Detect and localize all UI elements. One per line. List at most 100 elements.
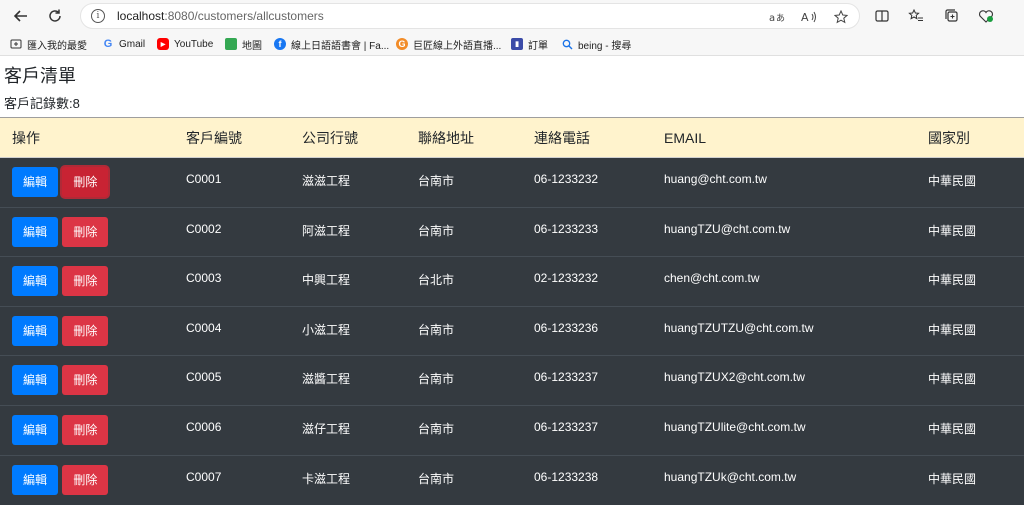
address-cell: 台南市 <box>406 355 522 406</box>
header-phone: 連絡電話 <box>522 117 652 158</box>
edit-button[interactable]: 編輯 <box>12 266 59 297</box>
phone-cell: 06-1233232 <box>522 157 652 208</box>
email-cell: huangTZUk@cht.com.tw <box>652 454 916 505</box>
delete-button[interactable]: 刪除 <box>62 266 109 297</box>
edit-button[interactable]: 編輯 <box>12 167 59 197</box>
delete-button[interactable]: 刪除 <box>62 464 109 495</box>
edit-button[interactable]: 編輯 <box>12 216 59 247</box>
customer-table: 操作 客戶編號 公司行號 聯絡地址 連絡電話 EMAIL 國家別 編輯 刪除 C… <box>0 117 1024 505</box>
bookmark-orders[interactable]: ▮ 訂單 <box>511 36 548 52</box>
bookmark-label: Gmail <box>119 38 146 50</box>
youtube-icon: ▶ <box>157 38 169 50</box>
company-cell: 中興工程 <box>290 256 406 307</box>
address-bar[interactable]: i localhost:8080/customers/allcustomers … <box>80 3 860 29</box>
address-cell: 台南市 <box>406 206 522 257</box>
browser-toolbar: i localhost:8080/customers/allcustomers … <box>0 0 1024 32</box>
url-path: :8080/customers/allcustomers <box>164 9 324 23</box>
email-cell: huangTZUTZU@cht.com.tw <box>652 305 916 356</box>
bookmark-language-site[interactable]: G 巨匠線上外語直播... <box>396 36 501 52</box>
favorite-star-icon[interactable] <box>831 7 851 27</box>
action-cell: 編輯 刪除 <box>0 256 174 307</box>
bookmark-label: 匯入我的最愛 <box>27 40 87 52</box>
bookmarks-bar: 匯入我的最愛 G Gmail ▶ YouTube 地圖 f 線上日語語書會 | Fa.… <box>0 32 1024 56</box>
svg-text:a: a <box>769 13 775 24</box>
table-row: 編輯 刪除 C0001 滋滋工程 台南市 06-1233232 huang@ch… <box>0 157 1024 208</box>
record-count: 客戶記錄數:8 <box>4 96 80 111</box>
address-cell: 台南市 <box>406 305 522 356</box>
country-cell: 中華民國 <box>916 454 1024 505</box>
maps-icon <box>225 38 237 50</box>
bookmark-import-favorites[interactable]: 匯入我的最愛 <box>10 36 87 52</box>
bookmark-gmail[interactable]: G Gmail <box>102 36 145 52</box>
delete-button[interactable]: 刪除 <box>62 315 109 346</box>
header-address: 聯絡地址 <box>406 117 522 158</box>
company-cell: 小滋工程 <box>290 305 406 356</box>
bookmark-bing-search[interactable]: being - 搜尋 <box>561 36 631 52</box>
address-cell: 台南市 <box>406 454 522 505</box>
svg-text:A: A <box>801 11 809 24</box>
svg-text:あ: あ <box>776 13 785 24</box>
country-cell: 中華民國 <box>916 157 1024 208</box>
company-cell: 阿滋工程 <box>290 206 406 257</box>
order-icon: ▮ <box>511 38 523 50</box>
site-icon: G <box>396 38 408 50</box>
address-cell: 台南市 <box>406 157 522 208</box>
address-cell: 台北市 <box>406 256 522 307</box>
phone-cell: 06-1233236 <box>522 305 652 356</box>
country-cell: 中華民國 <box>916 256 1024 307</box>
country-cell: 中華民國 <box>916 355 1024 406</box>
bookmark-youtube[interactable]: ▶ YouTube <box>157 36 213 52</box>
bookmark-label: 訂單 <box>528 40 548 52</box>
table-row: 編輯 刪除 C0007 卡滋工程 台南市 06-1233238 huangTZU… <box>0 454 1024 505</box>
table-row: 編輯 刪除 C0006 滋仔工程 台南市 06-1233237 huangTZU… <box>0 404 1024 456</box>
page-title: 客戶清單 <box>4 66 76 86</box>
table-row: 編輯 刪除 C0003 中興工程 台北市 02-1233232 chen@cht… <box>0 256 1024 307</box>
edit-button[interactable]: 編輯 <box>12 414 59 445</box>
customer-id-cell: C0005 <box>174 355 290 406</box>
read-aloud-icon[interactable]: A <box>799 7 819 27</box>
edit-button[interactable]: 編輯 <box>12 464 59 495</box>
url-host: localhost <box>117 9 165 23</box>
company-cell: 卡滋工程 <box>290 454 406 505</box>
favorites-list-icon[interactable] <box>906 6 926 26</box>
bookmark-label: 線上日語語書會 | Fa... <box>291 40 390 52</box>
bookmark-maps[interactable]: 地圖 <box>225 36 262 52</box>
url-text: localhost:8080/customers/allcustomers <box>117 9 324 23</box>
header-email: EMAIL <box>652 117 916 158</box>
edit-button[interactable]: 編輯 <box>12 315 59 346</box>
action-cell: 編輯 刪除 <box>0 355 174 406</box>
reload-icon[interactable] <box>44 5 66 27</box>
delete-button[interactable]: 刪除 <box>62 167 109 197</box>
email-cell: huangTZU@cht.com.tw <box>652 206 916 257</box>
country-cell: 中華民國 <box>916 206 1024 257</box>
action-cell: 編輯 刪除 <box>0 305 174 356</box>
translate-icon[interactable]: aあ <box>767 7 787 27</box>
delete-button[interactable]: 刪除 <box>62 216 109 247</box>
split-screen-icon[interactable] <box>872 6 892 26</box>
country-cell: 中華民國 <box>916 404 1024 456</box>
delete-button[interactable]: 刪除 <box>62 414 109 445</box>
bookmark-facebook-group[interactable]: f 線上日語語書會 | Fa... <box>274 36 389 52</box>
collections-icon[interactable] <box>942 6 962 26</box>
bookmark-label: YouTube <box>174 38 214 50</box>
table-row: 編輯 刪除 C0002 阿滋工程 台南市 06-1233233 huangTZU… <box>0 206 1024 257</box>
email-cell: huangTZUlite@cht.com.tw <box>652 404 916 456</box>
customer-id-cell: C0004 <box>174 305 290 356</box>
browser-essentials-icon[interactable] <box>976 6 996 26</box>
site-info-icon[interactable]: i <box>91 9 105 23</box>
edit-button[interactable]: 編輯 <box>12 365 59 396</box>
company-cell: 滋仔工程 <box>290 404 406 456</box>
phone-cell: 06-1233238 <box>522 454 652 505</box>
header-company: 公司行號 <box>290 117 406 158</box>
google-icon: G <box>103 38 113 50</box>
delete-button[interactable]: 刪除 <box>62 365 109 396</box>
back-arrow-icon[interactable] <box>10 5 32 27</box>
company-cell: 滋醬工程 <box>290 355 406 406</box>
phone-cell: 06-1233237 <box>522 404 652 456</box>
table-header-row: 操作 客戶編號 公司行號 聯絡地址 連絡電話 EMAIL 國家別 <box>0 117 1024 158</box>
customer-table-container: 操作 客戶編號 公司行號 聯絡地址 連絡電話 EMAIL 國家別 編輯 刪除 C… <box>0 117 1024 513</box>
phone-cell: 06-1233237 <box>522 355 652 406</box>
action-cell: 編輯 刪除 <box>0 404 174 456</box>
company-cell: 滋滋工程 <box>290 157 406 208</box>
customer-id-cell: C0001 <box>174 157 290 208</box>
